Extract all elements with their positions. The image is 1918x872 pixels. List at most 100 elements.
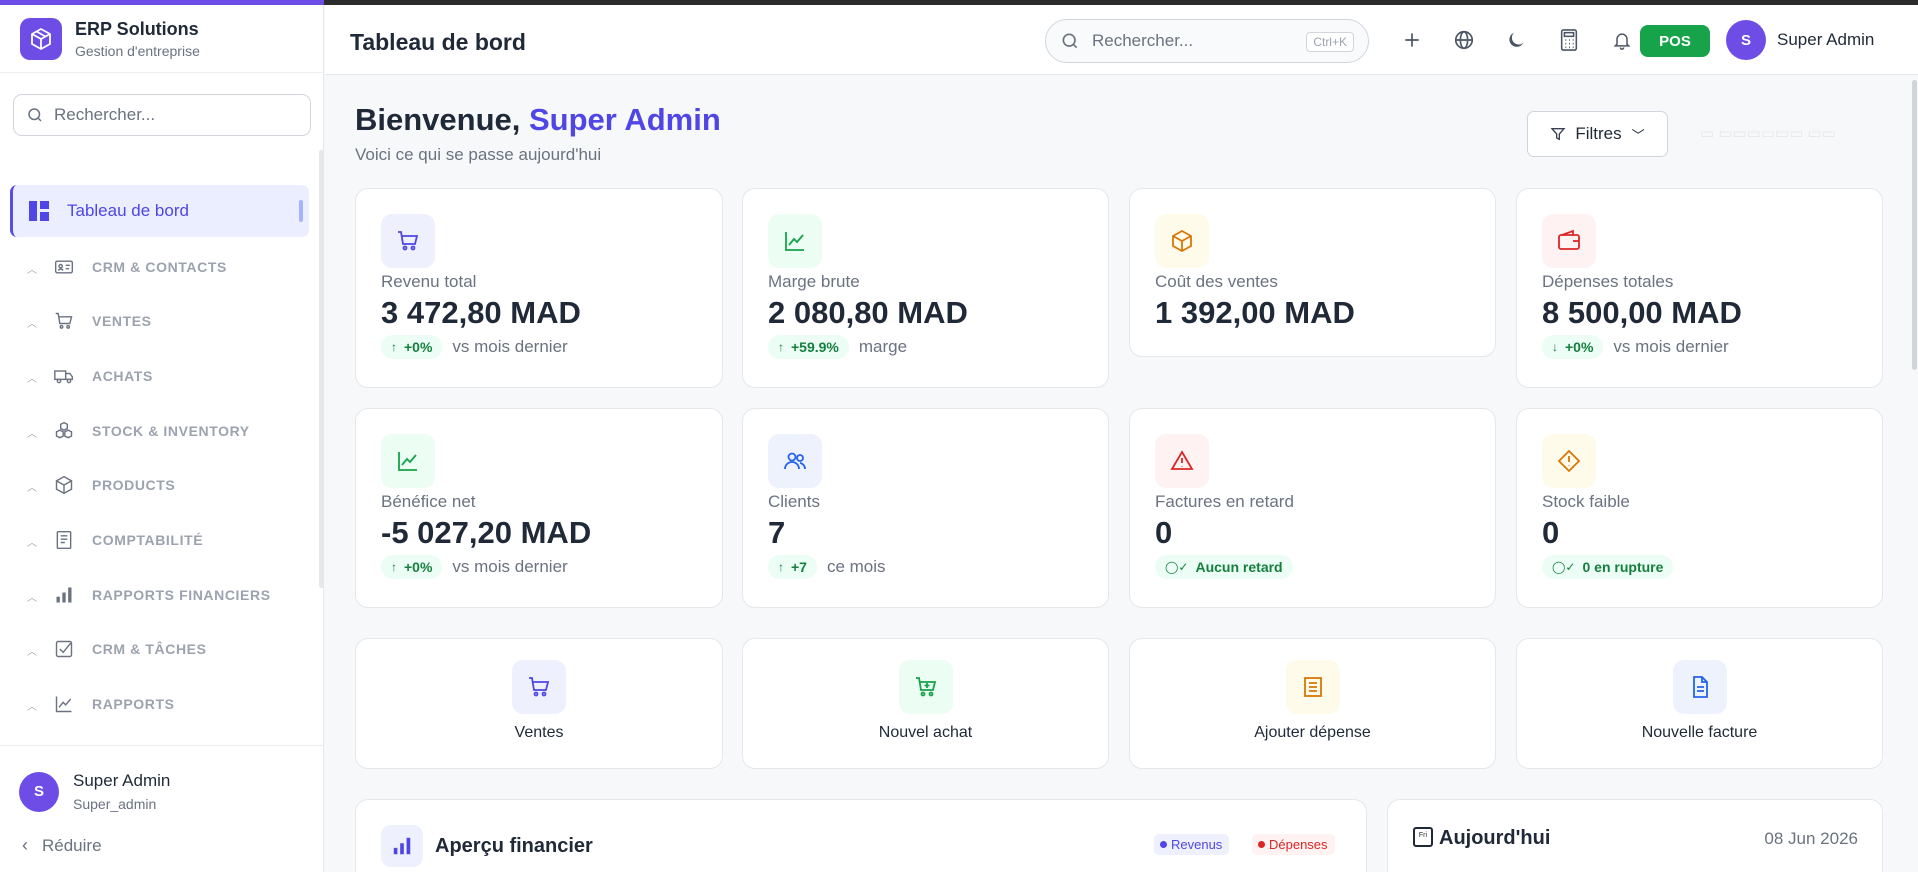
kpi-value: 3 472,80 MAD: [381, 295, 581, 330]
legend-dot: [1160, 841, 1167, 848]
kpi-badge-text: +0%: [404, 559, 433, 575]
sidebar-search-input[interactable]: [54, 105, 294, 125]
kpi-label: Marge brute: [768, 272, 860, 291]
sidebar-item-comptabilite[interactable]: ︿ COMPTABILITÉ: [0, 520, 310, 560]
wallet-icon: [1558, 229, 1580, 250]
sidebar-item-crm-taches[interactable]: ︿ CRM & TÂCHES: [0, 629, 310, 669]
welcome-subtitle: Voici ce qui se passe aujourd'hui: [355, 145, 602, 164]
search-icon: [28, 108, 42, 122]
kpi-badge: ↑ +59.9%: [768, 335, 849, 359]
globe-icon: [1454, 30, 1474, 50]
kpi-label: Coût des ventes: [1155, 272, 1278, 291]
notifications-button[interactable]: [1610, 28, 1634, 52]
welcome-name: Super Admin: [529, 102, 721, 137]
global-search[interactable]: Ctrl+K: [1045, 19, 1369, 63]
cart-icon: [529, 677, 550, 697]
header-user-menu[interactable]: S Super Admin: [1726, 20, 1874, 60]
sidebar: ERP Solutions Gestion d'entreprise Table…: [0, 5, 324, 872]
sidebar-search[interactable]: [13, 94, 311, 136]
action-nouvel-achat[interactable]: Nouvel achat: [742, 638, 1109, 769]
kpi-value: -5 027,20 MAD: [381, 515, 592, 550]
kpi-card-factures-en-retard[interactable]: Factures en retard 0 ◯✓ Aucun retard: [1129, 408, 1496, 608]
sidebar-item-achats[interactable]: ︿ ACHATS: [0, 356, 310, 396]
kpi-value: 2 080,80 MAD: [768, 295, 968, 330]
arrow-down-icon: ↓: [1552, 340, 1558, 354]
sidebar-item-dashboard[interactable]: Tableau de bord: [10, 185, 309, 237]
cube-logo-icon: [20, 17, 62, 60]
sidebar-scrollbar[interactable]: [319, 150, 324, 588]
action-ventes[interactable]: Ventes: [355, 638, 723, 769]
kpi-badge: ◯✓ Aucun retard: [1155, 555, 1293, 579]
kpi-label: Bénéfice net: [381, 492, 476, 511]
sidebar-item-ventes[interactable]: ︿ VENTES: [0, 301, 310, 341]
chevron-up-icon: ︿: [27, 429, 37, 440]
kpi-card-revenu-total[interactable]: Revenu total 3 472,80 MAD ↑ +0% vs mois de…: [355, 188, 723, 388]
collapse-sidebar-button[interactable]: ‹ Réduire: [22, 835, 102, 856]
kpi-note: vs mois dernier: [452, 557, 568, 576]
filters-button[interactable]: Filtres ﹀: [1527, 111, 1668, 157]
theme-toggle[interactable]: [1504, 28, 1528, 52]
brand[interactable]: ERP Solutions Gestion d'entreprise: [0, 5, 323, 73]
cart-icon: [55, 312, 73, 329]
check-circle-icon: ◯✓: [1165, 560, 1189, 574]
kpi-card-stock-faible[interactable]: Stock faible 0 ◯✓ 0 en rupture: [1516, 408, 1883, 608]
kpi-card-benefice-net[interactable]: Bénéfice net -5 027,20 MAD ↑ +0% vs mois d…: [355, 408, 723, 608]
line-chart-icon: [55, 696, 72, 713]
chevron-left-icon: ‹: [22, 835, 28, 855]
sidebar-item-label: STOCK & INVENTORY: [92, 423, 250, 439]
action-nouvelle-facture[interactable]: Nouvelle facture: [1516, 638, 1883, 769]
kpi-card-cout-des-ventes[interactable]: Coût des ventes 1 392,00 MAD: [1129, 188, 1496, 357]
app-tagline: Gestion d'entreprise: [75, 42, 200, 59]
kpi-label: Clients: [768, 492, 820, 511]
kpi-card-marge-brute[interactable]: Marge brute 2 080,80 MAD ↑ +59.9% marge: [742, 188, 1109, 388]
calculator-button[interactable]: [1557, 28, 1581, 52]
calendar-icon: Fri: [1413, 827, 1433, 847]
legend-revenus[interactable]: Revenus: [1154, 834, 1230, 855]
sidebar-item-products[interactable]: ︿ PRODUCTS: [0, 465, 310, 505]
kpi-badge: ◯✓ 0 en rupture: [1542, 555, 1674, 579]
action-label: Nouvel achat: [878, 724, 973, 741]
calendar-badge: Fri: [1418, 832, 1428, 839]
main-scrollbar[interactable]: [1912, 80, 1917, 370]
sidebar-item-stock-inventory[interactable]: ︿ STOCK & INVENTORY: [0, 411, 310, 451]
kpi-badge-text: +0%: [1565, 339, 1594, 355]
action-icon-box: [1672, 660, 1727, 714]
kpi-card-depenses-totales[interactable]: Dépenses totales 8 500,00 MAD ↓ +0% vs moi…: [1516, 188, 1883, 388]
kpi-note: marge: [858, 337, 908, 356]
sidebar-user[interactable]: S Super Admin Super_admin: [19, 771, 170, 812]
language-button[interactable]: [1452, 28, 1476, 52]
kpi-card-clients[interactable]: Clients 7 ↑ +7 ce mois: [742, 408, 1109, 608]
legend-depenses[interactable]: Dépenses: [1252, 834, 1335, 855]
financial-overview-panel: Aperçu financier Revenus Dépenses: [355, 799, 1367, 872]
kpi-badge-text: +7: [791, 559, 807, 575]
global-search-input[interactable]: [1092, 31, 1292, 51]
top-header: Tableau de bord Ctrl+K POS S Super Admin: [325, 5, 1918, 75]
chevron-up-icon: ︿: [27, 265, 37, 276]
sidebar-item-crm-contacts[interactable]: ︿ CRM & CONTACTS: [0, 247, 310, 287]
sidebar-item-rapports[interactable]: ︿ RAPPORTS: [0, 684, 310, 724]
add-button[interactable]: [1400, 28, 1424, 52]
check-circle-icon: ◯✓: [1552, 560, 1576, 574]
kpi-value: 7: [768, 515, 786, 550]
sidebar-item-label: RAPPORTS: [92, 696, 175, 712]
kpi-label: Factures en retard: [1155, 492, 1294, 511]
truck-icon: [54, 370, 74, 384]
kpi-icon-box: [1542, 214, 1596, 268]
chevron-down-icon: ﹀: [1631, 127, 1645, 143]
sidebar-item-label: RAPPORTS FINANCIERS: [92, 587, 271, 603]
chevron-up-icon: ︿: [27, 593, 37, 604]
welcome-prefix: Bienvenue,: [355, 102, 529, 137]
warning-diamond-icon: [1557, 449, 1581, 473]
today-panel: Fri Aujourd'hui 08 Jun 2026: [1387, 799, 1883, 872]
kpi-value: 1 392,00 MAD: [1155, 295, 1355, 330]
action-ajouter-depense[interactable]: Ajouter dépense: [1129, 638, 1496, 769]
action-label: Nouvelle facture: [1641, 724, 1758, 741]
kpi-badge: ↑ +0%: [381, 335, 443, 359]
filters-label: Filtres: [1575, 124, 1622, 143]
kpi-icon-box: [381, 214, 435, 268]
sidebar-item-rapports-financiers[interactable]: ︿ RAPPORTS FINANCIERS: [0, 575, 310, 615]
kpi-badge: ↑ +0%: [381, 555, 443, 579]
pos-button[interactable]: POS: [1640, 25, 1710, 57]
sidebar-item-label: CRM & CONTACTS: [92, 259, 227, 275]
chevron-up-icon: ︿: [27, 483, 37, 494]
